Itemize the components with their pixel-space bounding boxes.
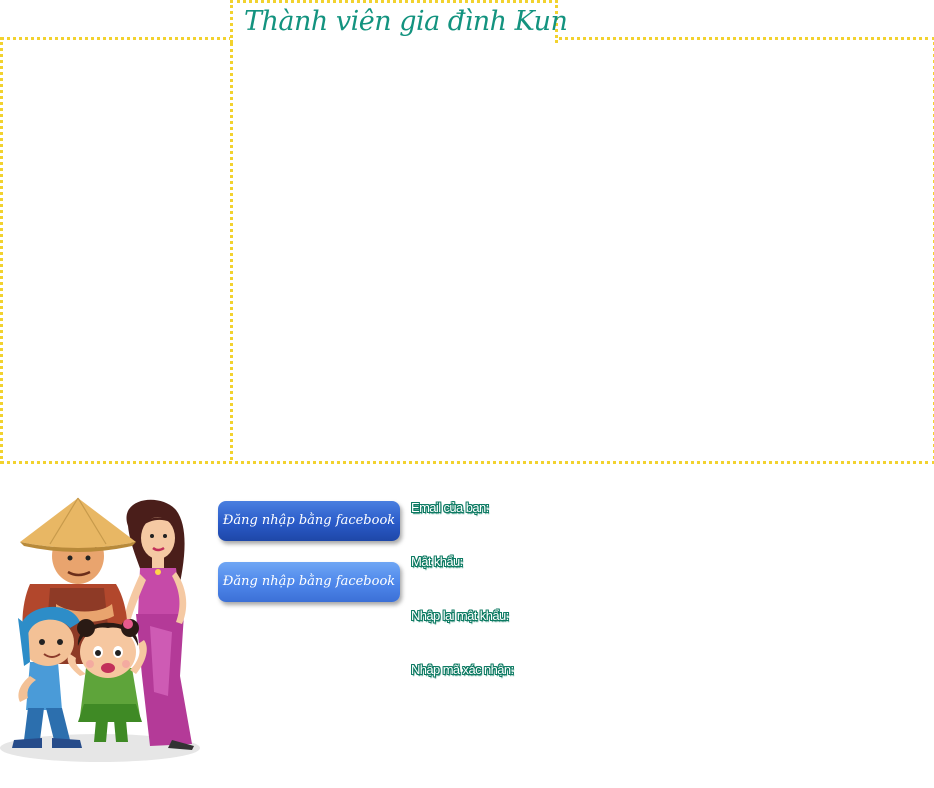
girl-character	[67, 619, 147, 742]
password-input[interactable]	[530, 551, 830, 573]
content-frame	[0, 37, 934, 464]
frame-divider	[230, 0, 233, 460]
repeat-password-label: Nhập lại mật khẩu:	[411, 608, 509, 623]
captcha-label: Nhập mã xác nhận:	[411, 662, 514, 677]
captcha-input[interactable]	[530, 659, 830, 681]
repeat-password-input[interactable]	[530, 605, 830, 627]
email-label: Email của bạn:	[411, 500, 489, 515]
facebook-login-button-secondary[interactable]: Đăng nhập bằng facebook	[218, 562, 400, 602]
page-title: Thành viên gia đình Kun	[244, 6, 568, 37]
email-input[interactable]	[530, 497, 830, 519]
password-label: Mật khẩu:	[411, 554, 463, 569]
facebook-login-button[interactable]: Đăng nhập bằng facebook	[218, 501, 400, 541]
kun-family-illustration-icon	[0, 497, 200, 762]
